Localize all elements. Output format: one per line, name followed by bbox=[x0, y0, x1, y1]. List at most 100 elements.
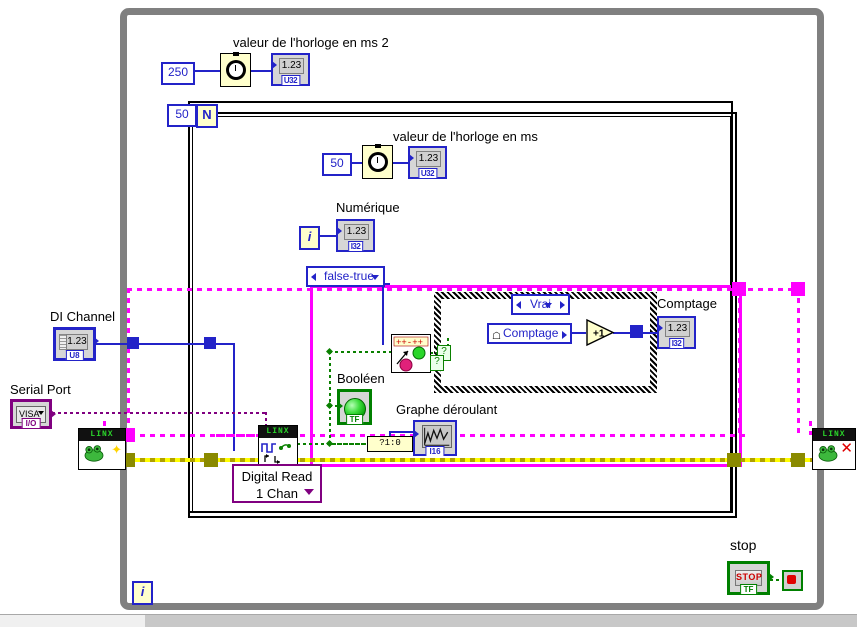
wire-visa-riser-right bbox=[738, 288, 741, 436]
linx-brand-label-2: LINX bbox=[259, 426, 297, 438]
indicator-value: 1.23 bbox=[416, 151, 441, 167]
tunnel-error-forloop-in[interactable] bbox=[204, 453, 218, 467]
indicator-clock-ms[interactable]: 1.23 U32 bbox=[408, 146, 447, 179]
wire-bool-to-xing bbox=[329, 351, 391, 353]
linx-brand-label: LINX bbox=[79, 429, 125, 441]
tunnel-increment-out[interactable] bbox=[630, 325, 643, 338]
terminal-arrow-icon-10 bbox=[562, 331, 567, 339]
datatype-badge: TF bbox=[345, 414, 364, 424]
tunnel-visa-case-in[interactable] bbox=[732, 282, 746, 296]
datatype-badge: U32 bbox=[280, 75, 301, 85]
datatype-badge: U32 bbox=[417, 168, 438, 178]
indicator-booleen[interactable]: TF bbox=[337, 389, 372, 425]
tunnel-error-loop-out[interactable] bbox=[791, 453, 805, 467]
linx-open-node[interactable]: LINX ✦ bbox=[78, 428, 126, 470]
while-loop-iteration-terminal[interactable]: i bbox=[132, 581, 153, 605]
wire-for-right bbox=[731, 101, 733, 513]
chevron-down-icon-2[interactable] bbox=[371, 275, 379, 280]
chevron-left-icon-2[interactable] bbox=[516, 301, 521, 309]
control-stop-button[interactable]: STOP TF bbox=[727, 561, 774, 595]
indicator-clock-ms-2[interactable]: 1.23 U32 bbox=[271, 53, 310, 86]
inner-case-selector[interactable]: Vrai bbox=[511, 294, 570, 315]
label-booleen: Booléen bbox=[337, 371, 385, 386]
constant-loop-count-50[interactable]: 50 bbox=[167, 104, 197, 127]
outer-case-selector[interactable]: false-true bbox=[306, 266, 385, 287]
tunnel-dichannel-forloop[interactable] bbox=[204, 337, 216, 349]
wire-serialport-out bbox=[52, 412, 267, 414]
chevron-right-icon[interactable] bbox=[560, 301, 565, 309]
wire-wait2-to-clock bbox=[393, 162, 408, 164]
watch-stem-icon bbox=[232, 52, 239, 56]
watch-icon bbox=[225, 60, 246, 80]
indicator-graphe-deroulant[interactable]: I16 bbox=[413, 420, 457, 456]
label-clock-ms-2: valeur de l'horloge en ms 2 bbox=[233, 35, 389, 50]
for-loop-iteration-terminal[interactable]: i bbox=[299, 226, 320, 250]
tunnel-error-forloop-out[interactable] bbox=[727, 453, 741, 467]
terminal-arrow-icon-4 bbox=[658, 324, 663, 332]
watch-icon-2 bbox=[367, 152, 388, 172]
boolean-crossing-icon: ++-++ bbox=[392, 335, 430, 372]
control-value: 1.23 bbox=[66, 334, 88, 350]
indicator-value: 1.23 bbox=[279, 58, 304, 74]
terminal-arrow-icon-6 bbox=[414, 430, 419, 438]
boolean-crossing-node[interactable]: ++-++ bbox=[391, 334, 431, 373]
terminal-arrow-icon bbox=[272, 61, 277, 69]
label-graphe-deroulant: Graphe déroulant bbox=[396, 402, 498, 417]
indicator-comptage[interactable]: 1.23 I32 bbox=[657, 316, 696, 349]
control-di-channel[interactable]: 1.23 U8 bbox=[53, 327, 99, 361]
wire-visa-case-top bbox=[127, 288, 741, 291]
tunnel-visa-case-out[interactable] bbox=[791, 282, 805, 296]
local-variable-comptage[interactable]: ☖ Comptage bbox=[487, 323, 572, 344]
label-di-channel: DI Channel bbox=[50, 309, 116, 324]
digital-read-config-label[interactable]: Digital Read 1 Chan bbox=[232, 464, 322, 503]
frog-icon-2 bbox=[818, 445, 838, 462]
linx-digital-read-node[interactable]: LINX bbox=[258, 425, 298, 465]
datatype-badge: U8 bbox=[65, 350, 84, 360]
constant-wait-50[interactable]: 50 bbox=[322, 153, 352, 176]
local-variable-label: Comptage bbox=[503, 326, 559, 340]
chevron-down-icon-3[interactable] bbox=[544, 303, 552, 308]
label-serial-port: Serial Port bbox=[10, 382, 71, 397]
wire-to-b2n bbox=[331, 443, 367, 445]
star-icon: ✦ bbox=[111, 442, 122, 457]
wire-visa-riser-left bbox=[127, 288, 130, 436]
wire-case-selector-stub bbox=[382, 285, 384, 345]
wire-visa-riser-far-right bbox=[797, 288, 800, 436]
datatype-badge: I16 bbox=[425, 446, 445, 456]
linx-close-body: ✕ bbox=[813, 441, 855, 469]
for-loop-count-terminal[interactable]: N bbox=[196, 104, 218, 128]
svg-text:+1: +1 bbox=[593, 329, 605, 340]
linx-close-node[interactable]: LINX ✕ bbox=[812, 428, 856, 470]
close-icon: ✕ bbox=[840, 440, 853, 457]
tunnel-dichannel-loop[interactable] bbox=[127, 337, 139, 349]
taskbar-left-segment bbox=[0, 615, 145, 627]
increment-node[interactable]: +1 bbox=[585, 318, 615, 347]
wire-tunnel-to-comptage bbox=[641, 332, 657, 334]
taskbar bbox=[0, 614, 857, 627]
indicator-numerique[interactable]: 1.23 I32 bbox=[336, 219, 375, 252]
wire-wait-to-clock2 bbox=[251, 70, 271, 72]
chart-glyph-icon bbox=[424, 427, 450, 446]
loop-condition-terminal[interactable] bbox=[782, 570, 803, 591]
inner-case-selector-terminal[interactable]: ? bbox=[430, 355, 444, 371]
wire-bool-riser bbox=[329, 351, 331, 447]
control-serial-port[interactable]: VISA I/O bbox=[10, 399, 56, 429]
terminal-arrow-icon-3 bbox=[337, 227, 342, 235]
svg-text:++-++: ++-++ bbox=[396, 338, 423, 348]
terminal-arrow-icon-5 bbox=[338, 402, 343, 410]
datatype-badge: TF bbox=[739, 584, 758, 594]
wait-ms-node-1[interactable] bbox=[220, 52, 251, 87]
terminal-arrow-icon-2 bbox=[409, 154, 414, 162]
frog-icon bbox=[84, 445, 104, 462]
wire-for-bottom bbox=[188, 511, 733, 513]
boolean-to-number-node[interactable]: ?1:0 bbox=[367, 436, 413, 452]
chevron-down-icon-4[interactable] bbox=[304, 489, 314, 495]
label-numerique: Numérique bbox=[336, 200, 400, 215]
linx-open-body: ✦ bbox=[79, 441, 125, 469]
constant-wait-250[interactable]: 250 bbox=[161, 62, 195, 85]
chevron-left-icon[interactable] bbox=[311, 273, 316, 281]
chevron-down-icon bbox=[38, 411, 44, 415]
wait-ms-node-2[interactable] bbox=[362, 144, 393, 179]
label-comptage: Comptage bbox=[657, 296, 717, 311]
chart-screen-icon bbox=[422, 425, 452, 448]
